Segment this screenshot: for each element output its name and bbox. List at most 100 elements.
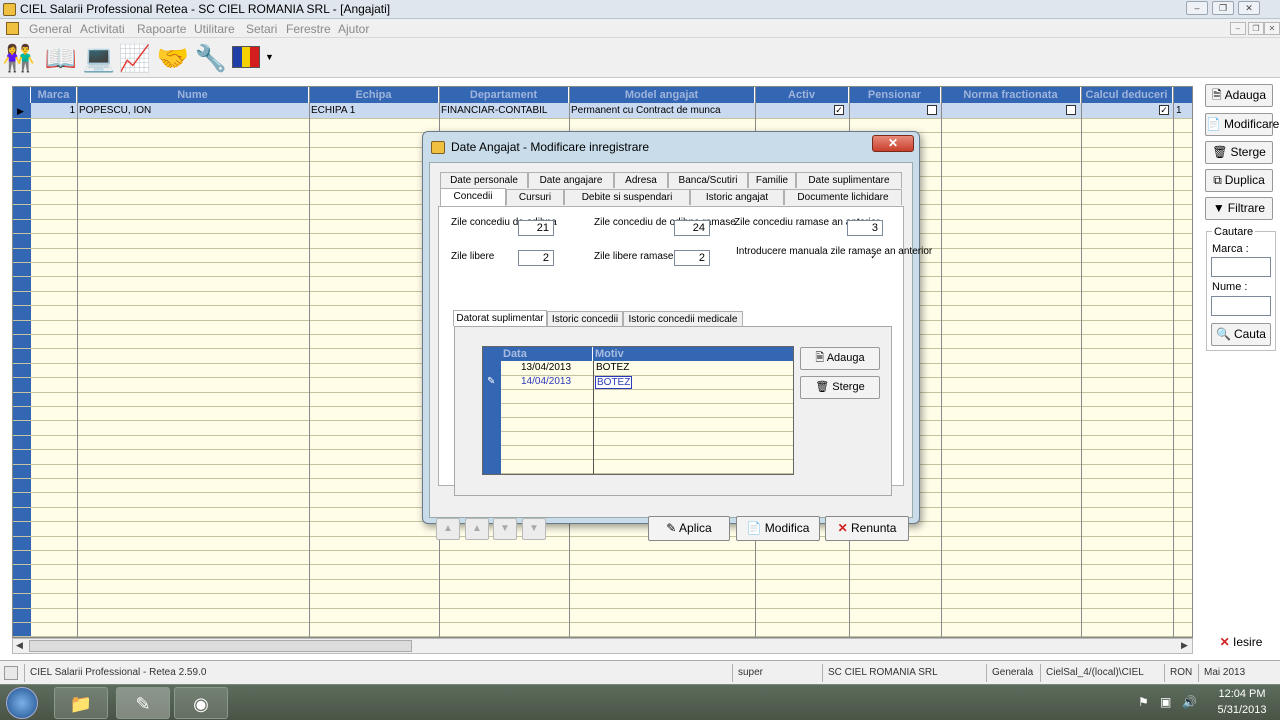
cell-activ-checkbox[interactable]: ✓ (834, 105, 844, 115)
col-header-norma[interactable]: Norma fractionata (941, 87, 1081, 103)
menu-ferestre[interactable]: Ferestre (286, 22, 331, 36)
horizontal-scrollbar[interactable]: ◀ ▶ (12, 638, 1193, 654)
zile-co-input[interactable]: 21 (518, 220, 554, 236)
mdi-restore-icon[interactable]: ❐ (1248, 22, 1264, 35)
cell-deduceri-checkbox[interactable]: ✓ (1159, 105, 1169, 115)
col-header-echipa[interactable]: Echipa (309, 87, 439, 103)
cell-nume[interactable]: POPESCU, ION (79, 105, 151, 116)
clock-time[interactable]: 12:04 PM (1210, 688, 1274, 700)
col-header-model[interactable]: Model angajat (569, 87, 755, 103)
col-header-more[interactable] (1173, 87, 1192, 103)
zile-libere-ramase-input[interactable]: 2 (674, 250, 710, 266)
mdi-app-icon[interactable] (6, 22, 19, 35)
clock-date[interactable]: 5/31/2013 (1210, 704, 1274, 716)
mdi-minimize-icon[interactable]: – (1230, 22, 1246, 35)
col-header-motiv[interactable]: Motiv (593, 347, 793, 361)
tab-documente-lichidare[interactable]: Documente lichidare (784, 189, 902, 205)
subgrid-cell-motiv-1[interactable]: BOTEZ (596, 362, 629, 373)
computer-icon[interactable]: 💻 (82, 41, 116, 75)
tab-date-suplimentare[interactable]: Date suplimentare (796, 172, 902, 188)
col-header-nume[interactable]: Nume (77, 87, 309, 103)
modifica-button[interactable]: 📄 Modifica (736, 516, 820, 541)
flag-dropdown-icon[interactable]: ▼ (265, 52, 274, 62)
cell-echipa[interactable]: ECHIPA 1 (311, 105, 355, 116)
menu-ajutor[interactable]: Ajutor (338, 22, 369, 36)
renunta-button[interactable]: ✕ Renunta (825, 516, 909, 541)
minimize-button[interactable]: – (1186, 1, 1208, 15)
subgrid-cell-data-2[interactable]: 14/04/2013 (521, 376, 571, 387)
cell-model[interactable]: Permanent cu Contract de munca (571, 105, 721, 116)
network-icon[interactable]: ▣ (1160, 695, 1171, 709)
subtab-istoric-concedii[interactable]: Istoric concedii (547, 311, 623, 326)
cell-extra[interactable]: 1 (1176, 105, 1182, 116)
zile-co-anterior-input[interactable]: 3 (847, 220, 883, 236)
scroll-left-icon[interactable]: ◀ (16, 640, 23, 651)
subtab-istoric-concedii-medicale[interactable]: Istoric concedii medicale (623, 311, 743, 326)
menu-utilitare[interactable]: Utilitare (194, 22, 235, 36)
tab-familie[interactable]: Familie (748, 172, 796, 188)
tab-debite-suspendari[interactable]: Debite si suspendari (564, 189, 690, 205)
cell-pensionar-checkbox[interactable] (927, 105, 937, 115)
chart-icon[interactable]: 📈 (118, 41, 152, 75)
tab-banca-scutiri[interactable]: Banca/Scutiri (668, 172, 748, 188)
subgrid-cell-motiv-2[interactable]: BOTEZ (595, 376, 633, 389)
book-icon[interactable]: 📖 (44, 41, 78, 75)
employees-icon[interactable]: 👫 (2, 41, 36, 75)
duplica-button[interactable]: ⧉ Duplica (1205, 169, 1273, 192)
tab-date-personale[interactable]: Date personale (440, 172, 528, 188)
close-button[interactable]: ✕ (1238, 1, 1260, 15)
nav-last-icon[interactable]: ▼ (522, 518, 546, 540)
cell-norma-checkbox[interactable] (1066, 105, 1076, 115)
col-header-departament[interactable]: Departament (439, 87, 569, 103)
modificare-button[interactable]: 📄 Modificare (1205, 113, 1279, 136)
recorder-app-icon[interactable]: ◉ (174, 687, 228, 719)
mdi-close-icon[interactable]: ✕ (1264, 22, 1280, 35)
scroll-right-icon[interactable]: ▶ (1181, 640, 1188, 651)
sterge-button[interactable]: 🗑 Sterge (1205, 141, 1273, 164)
marca-search-input[interactable] (1211, 257, 1271, 277)
sub-sterge-button[interactable]: 🗑 Sterge (800, 376, 880, 399)
col-header-pensionar[interactable]: Pensionar (849, 87, 941, 103)
restore-button[interactable]: ❐ (1212, 1, 1234, 15)
romania-flag-icon[interactable] (232, 46, 260, 68)
file-explorer-icon[interactable]: 📁 (54, 687, 108, 719)
scroll-thumb[interactable] (29, 640, 412, 652)
menu-activitati[interactable]: Activitati (80, 22, 125, 36)
ciel-app-icon[interactable]: ✎ (116, 687, 170, 719)
col-header-deduceri[interactable]: Calcul deduceri (1081, 87, 1173, 103)
col-header-activ[interactable]: Activ (755, 87, 849, 103)
aplica-button[interactable]: ✎ Aplica (648, 516, 730, 541)
col-header-data[interactable]: Data (501, 347, 593, 361)
nav-next-icon[interactable]: ▼ (493, 518, 517, 540)
tab-date-angajare[interactable]: Date angajare (528, 172, 614, 188)
tools-icon[interactable]: 🔧 (194, 41, 228, 75)
nav-first-icon[interactable]: ▲ (436, 518, 460, 540)
tab-concedii[interactable]: Concedii (440, 188, 506, 206)
dialog-close-button[interactable]: ✕ (872, 135, 914, 152)
tab-cursuri[interactable]: Cursuri (506, 189, 564, 205)
action-center-icon[interactable]: ⚑ (1138, 695, 1149, 709)
menu-general[interactable]: General (29, 22, 72, 36)
menu-rapoarte[interactable]: Rapoarte (137, 22, 186, 36)
subtab-datorat-suplimentar[interactable]: Datorat suplimentar (453, 310, 547, 326)
intro-manuala-checkbox[interactable]: ✓ (869, 252, 879, 262)
volume-icon[interactable]: 🔊 (1182, 695, 1197, 709)
zile-co-ramase-input[interactable]: 24 (674, 220, 710, 236)
sub-adauga-button[interactable]: 🗎 Adauga (800, 347, 880, 370)
menu-setari[interactable]: Setari (246, 22, 277, 36)
zile-libere-input[interactable]: 2 (518, 250, 554, 266)
tab-adresa[interactable]: Adresa (614, 172, 668, 188)
start-button-icon[interactable] (6, 687, 38, 719)
iesire-button[interactable]: ✕ Iesire (1209, 631, 1273, 653)
filtrare-button[interactable]: ▼ Filtrare (1205, 197, 1273, 220)
tab-istoric-angajat[interactable]: Istoric angajat (690, 189, 784, 205)
adauga-button[interactable]: 🗎 Adauga (1205, 84, 1273, 107)
nume-search-input[interactable] (1211, 296, 1271, 316)
cell-marca[interactable]: 1 (53, 105, 75, 116)
subgrid-cell-data-1[interactable]: 13/04/2013 (521, 362, 571, 373)
cauta-button[interactable]: 🔍 Cauta (1211, 323, 1271, 346)
cell-departament[interactable]: FINANCIAR-CONTABIL (441, 105, 548, 116)
handshake-icon[interactable]: 🤝 (156, 41, 190, 75)
col-header-marca[interactable]: Marca (31, 87, 77, 103)
nav-prev-icon[interactable]: ▲ (465, 518, 489, 540)
